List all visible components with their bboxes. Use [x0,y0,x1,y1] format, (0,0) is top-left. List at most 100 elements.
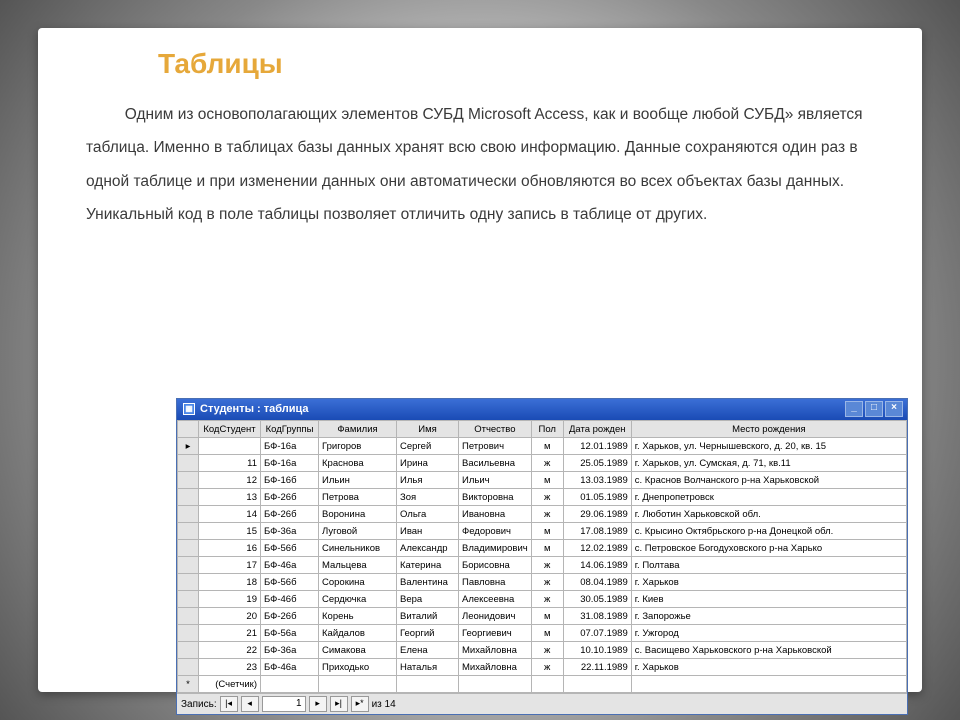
row-selector[interactable]: ▸ [178,438,199,455]
cell-patronymic[interactable]: Георгиевич [459,625,532,642]
cell-name[interactable]: Ирина [397,455,459,472]
cell-name[interactable]: Илья [397,472,459,489]
cell-place[interactable]: г. Харьков [631,574,906,591]
table-row[interactable]: 16БФ-56бСинельниковАлександрВладимирович… [178,540,907,557]
cell-surname[interactable]: Петрова [319,489,397,506]
nav-prev-button[interactable]: ◂ [241,696,259,712]
cell-gender[interactable]: ж [531,591,563,608]
cell-dob[interactable]: 12.02.1989 [563,540,631,557]
row-selector[interactable] [178,489,199,506]
cell-id[interactable]: 14 [199,506,261,523]
cell-group[interactable]: БФ-36а [261,523,319,540]
cell-dob[interactable]: 31.08.1989 [563,608,631,625]
cell-group[interactable]: БФ-46а [261,659,319,676]
table-row[interactable]: ▸БФ-16аГригоровСергейПетровичм12.01.1989… [178,438,907,455]
column-header[interactable]: Дата рожден [563,421,631,438]
row-selector[interactable] [178,659,199,676]
cell-group[interactable]: БФ-16а [261,455,319,472]
cell-surname[interactable]: Синельников [319,540,397,557]
cell-name[interactable]: Валентина [397,574,459,591]
cell-surname[interactable]: Мальцева [319,557,397,574]
cell-dob[interactable]: 01.05.1989 [563,489,631,506]
minimize-button[interactable]: _ [845,401,863,417]
cell-dob[interactable]: 25.05.1989 [563,455,631,472]
cell-id[interactable]: 19 [199,591,261,608]
cell-name[interactable]: Виталий [397,608,459,625]
cell-name[interactable]: Иван [397,523,459,540]
cell-id[interactable]: 20 [199,608,261,625]
cell-id[interactable] [199,438,261,455]
column-header[interactable]: Имя [397,421,459,438]
cell-surname[interactable]: Сорокина [319,574,397,591]
cell-group[interactable]: БФ-16б [261,472,319,489]
cell-gender[interactable]: ж [531,642,563,659]
nav-current[interactable]: 1 [262,696,306,712]
cell-dob[interactable]: 22.11.1989 [563,659,631,676]
cell-group[interactable]: БФ-16а [261,438,319,455]
cell-id[interactable]: 13 [199,489,261,506]
cell-place[interactable]: г. Запорожье [631,608,906,625]
column-header[interactable]: Отчество [459,421,532,438]
cell-dob[interactable]: 07.07.1989 [563,625,631,642]
cell-group[interactable]: БФ-56б [261,574,319,591]
table-row[interactable]: 15БФ-36аЛуговойИванФедоровичм17.08.1989с… [178,523,907,540]
cell-surname[interactable]: Корень [319,608,397,625]
table-row[interactable]: 17БФ-46аМальцеваКатеринаБорисовнаж14.06.… [178,557,907,574]
row-selector[interactable] [178,625,199,642]
cell-name[interactable]: Александр [397,540,459,557]
cell-dob[interactable]: 12.01.1989 [563,438,631,455]
cell-gender[interactable]: м [531,472,563,489]
cell-gender[interactable]: ж [531,489,563,506]
cell-place[interactable]: г. Полтава [631,557,906,574]
cell-name[interactable]: Георгий [397,625,459,642]
cell-gender[interactable]: ж [531,574,563,591]
cell-name[interactable]: Катерина [397,557,459,574]
cell-dob[interactable]: 10.10.1989 [563,642,631,659]
cell-group[interactable]: БФ-46а [261,557,319,574]
cell-surname[interactable]: Приходько [319,659,397,676]
cell-patronymic[interactable]: Михайловна [459,642,532,659]
cell-group[interactable]: БФ-26б [261,506,319,523]
cell-dob[interactable]: 13.03.1989 [563,472,631,489]
cell-patronymic[interactable]: Леонидович [459,608,532,625]
cell-gender[interactable]: м [531,540,563,557]
row-selector[interactable] [178,557,199,574]
cell-place[interactable]: г. Харьков [631,659,906,676]
row-selector[interactable]: * [178,676,199,693]
table-row[interactable]: 23БФ-46аПриходькоНатальяМихайловнаж22.11… [178,659,907,676]
cell-gender[interactable]: ж [531,659,563,676]
row-selector[interactable] [178,591,199,608]
cell-surname[interactable]: Краснова [319,455,397,472]
row-selector[interactable] [178,523,199,540]
cell-name[interactable]: Ольга [397,506,459,523]
close-button[interactable]: × [885,401,903,417]
cell-patronymic[interactable]: Борисовна [459,557,532,574]
row-selector[interactable] [178,455,199,472]
column-header[interactable]: КодГруппы [261,421,319,438]
cell-group[interactable]: БФ-56а [261,625,319,642]
cell-patronymic[interactable]: Михайловна [459,659,532,676]
column-header[interactable]: Пол [531,421,563,438]
nav-next-button[interactable]: ▸ [309,696,327,712]
cell-surname[interactable]: Симакова [319,642,397,659]
column-header[interactable]: КодСтудент [199,421,261,438]
cell-group[interactable]: БФ-26б [261,608,319,625]
cell-patronymic[interactable]: Васильевна [459,455,532,472]
cell-place[interactable]: г. Харьков, ул. Сумская, д. 71, кв.11 [631,455,906,472]
cell-place[interactable]: г. Днепропетровск [631,489,906,506]
cell-patronymic[interactable]: Федорович [459,523,532,540]
cell-group[interactable]: БФ-46б [261,591,319,608]
cell-gender[interactable]: ж [531,455,563,472]
cell-patronymic[interactable]: Владимирович [459,540,532,557]
table-row[interactable]: 21БФ-56аКайдаловГеоргийГеоргиевичм07.07.… [178,625,907,642]
table-row[interactable]: 11БФ-16аКрасноваИринаВасильевнаж25.05.19… [178,455,907,472]
cell-name[interactable]: Елена [397,642,459,659]
data-table[interactable]: КодСтудентКодГруппыФамилияИмяОтчествоПол… [177,420,907,693]
cell-dob[interactable]: 30.05.1989 [563,591,631,608]
cell-gender[interactable]: ж [531,557,563,574]
cell-dob[interactable]: 14.06.1989 [563,557,631,574]
cell-place[interactable]: с. Крысино Октябрьского р-на Донецкой об… [631,523,906,540]
cell-gender[interactable]: м [531,625,563,642]
cell-id[interactable]: 21 [199,625,261,642]
nav-last-button[interactable]: ▸| [330,696,348,712]
